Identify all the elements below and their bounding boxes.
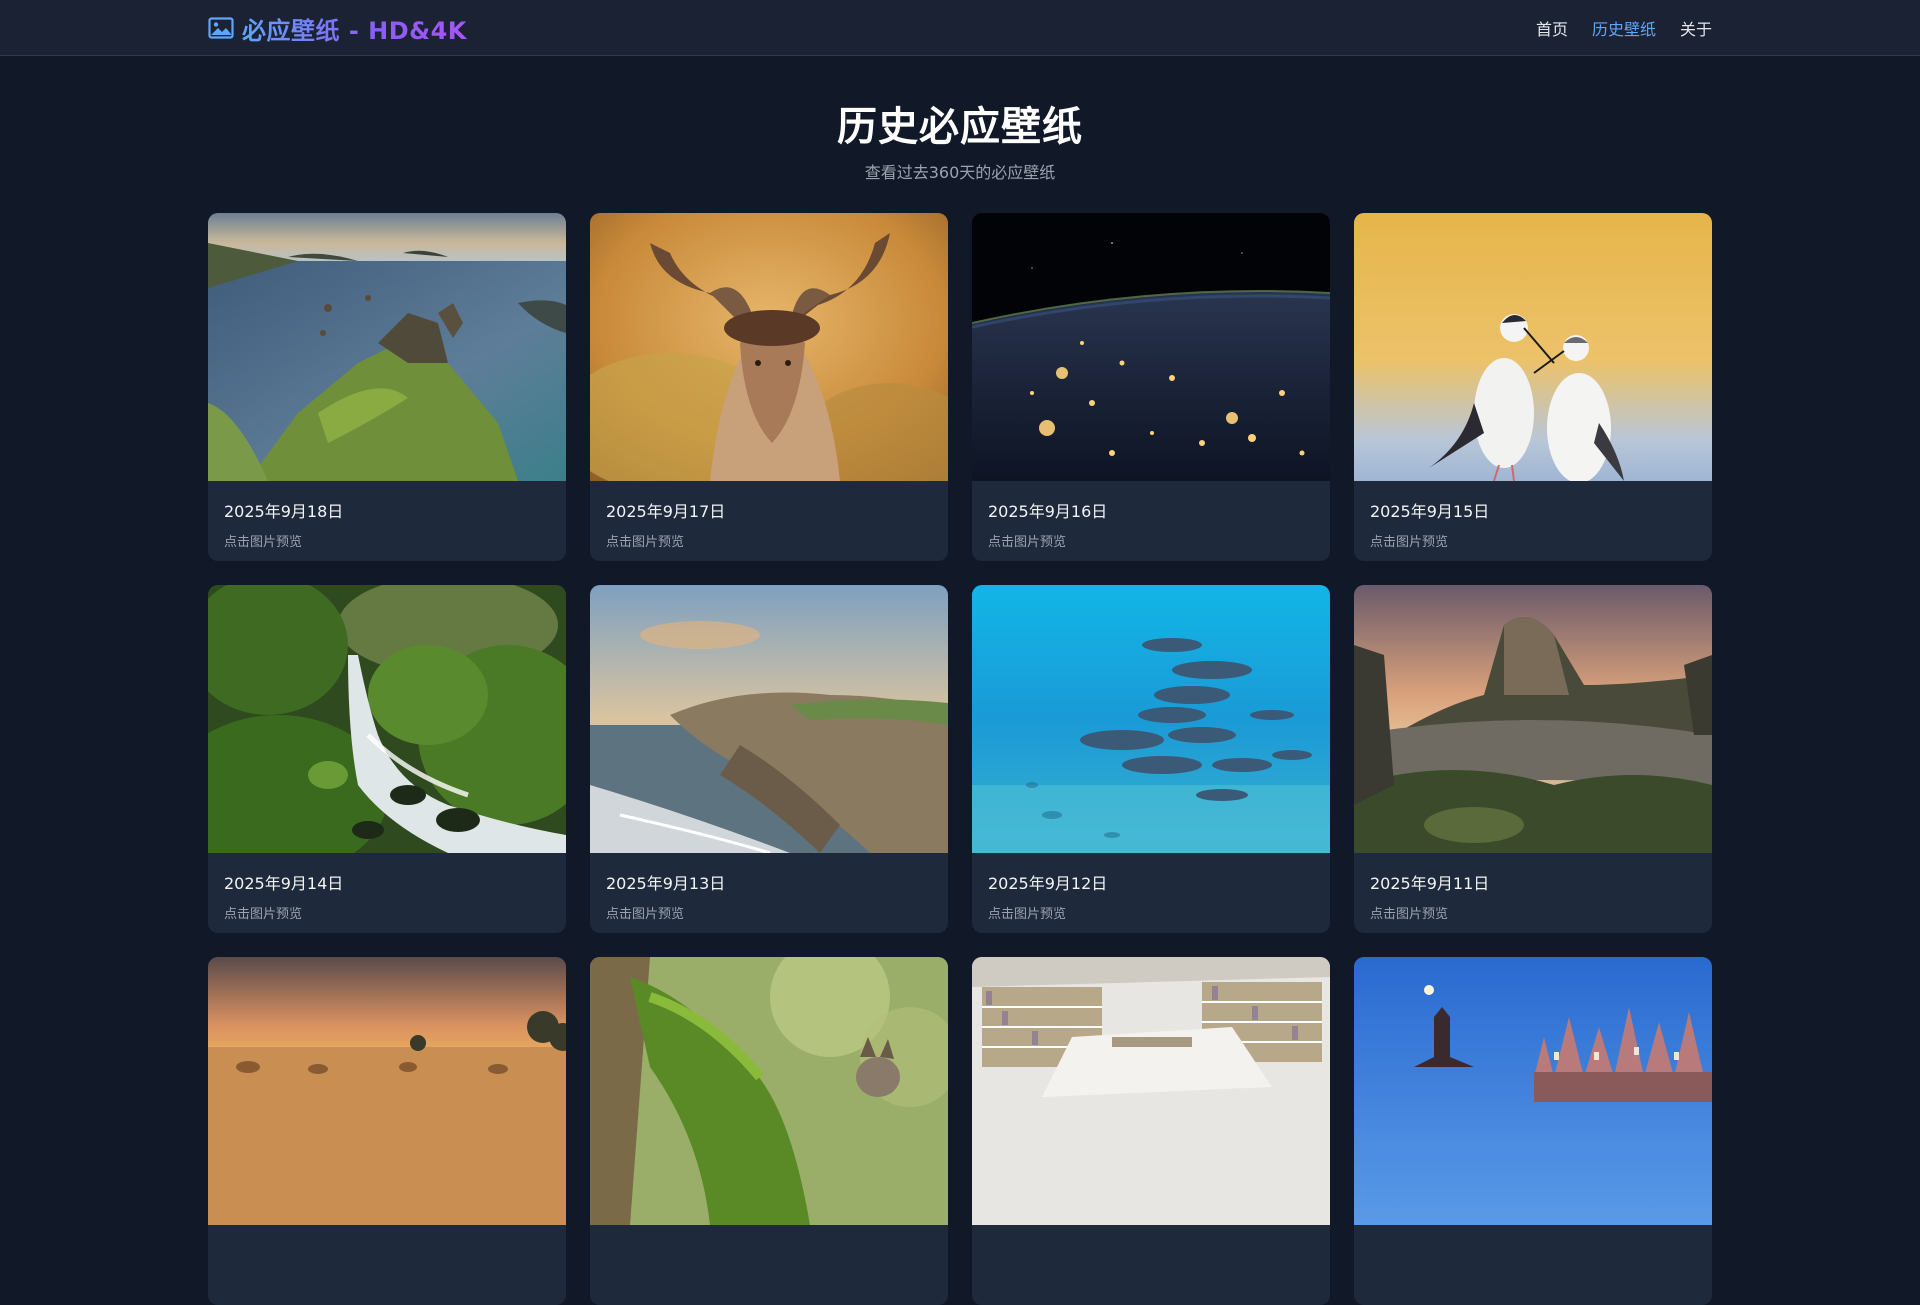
wallpaper-card[interactable] <box>208 957 566 1305</box>
preview-hint: 点击图片预览 <box>606 535 685 550</box>
preview-hint: 点击图片预览 <box>988 535 1067 550</box>
wallpaper-date: 2025年9月13日 <box>606 874 726 893</box>
wallpaper-date: 2025年9月12日 <box>988 874 1108 893</box>
wallpaper-grid: 2025年9月18日 点击图片预览 2025年9月17日 点击图片预览 2025… <box>208 213 1712 1305</box>
wallpaper-card[interactable]: 2025年9月13日 点击图片预览 <box>590 585 948 933</box>
wallpaper-thumbnail-river-rock-mountain[interactable] <box>1354 585 1712 853</box>
wallpaper-card[interactable]: 2025年9月14日 点击图片预览 <box>208 585 566 933</box>
wallpaper-card[interactable]: 2025年9月17日 点击图片预览 <box>590 213 948 561</box>
page-subtitle: 查看过去360天的必应壁纸 <box>864 163 1056 182</box>
wallpaper-card[interactable]: 2025年9月12日 点击图片预览 <box>972 585 1330 933</box>
wallpaper-thumbnail-old-town-moon[interactable] <box>1354 957 1712 1225</box>
wallpaper-date: 2025年9月14日 <box>224 874 344 893</box>
wallpaper-thumbnail-stilt-birds[interactable] <box>1354 213 1712 481</box>
preview-hint: 点击图片预览 <box>224 907 303 922</box>
nav-about[interactable]: 关于 <box>1680 16 1712 40</box>
preview-hint: 点击图片预览 <box>224 535 303 550</box>
wallpaper-thumbnail-young-moose[interactable] <box>590 213 948 481</box>
image-icon <box>208 17 234 39</box>
wallpaper-card[interactable]: 2025年9月16日 点击图片预览 <box>972 213 1330 561</box>
nav-history-wallpapers[interactable]: 历史壁纸 <box>1592 16 1656 40</box>
preview-hint: 点击图片预览 <box>606 907 685 922</box>
wallpaper-card[interactable] <box>1354 957 1712 1305</box>
wallpaper-date: 2025年9月18日 <box>224 502 344 521</box>
wallpaper-date: 2025年9月16日 <box>988 502 1108 521</box>
wallpaper-card[interactable]: 2025年9月15日 点击图片预览 <box>1354 213 1712 561</box>
wallpaper-card[interactable]: 2025年9月11日 点击图片预览 <box>1354 585 1712 933</box>
wallpaper-card[interactable]: 2025年9月18日 点击图片预览 <box>208 213 566 561</box>
brand-logo[interactable]: 必应壁纸 - HD&4K <box>208 11 467 46</box>
top-navbar: 必应壁纸 - HD&4K 首页 历史壁纸 关于 <box>0 0 1920 56</box>
page-title: 历史必应壁纸 <box>837 104 1083 150</box>
wallpaper-thumbnail-hay-bales-field[interactable] <box>208 957 566 1225</box>
wallpaper-thumbnail-squirrel-mossy-branch[interactable] <box>590 957 948 1225</box>
brand-title: 必应壁纸 - HD&4K <box>242 11 467 46</box>
preview-hint: 点击图片预览 <box>1370 907 1449 922</box>
wallpaper-card[interactable] <box>590 957 948 1305</box>
wallpaper-thumbnail-forest-waterfall[interactable] <box>208 585 566 853</box>
main-nav: 首页 历史壁纸 关于 <box>1536 0 1712 56</box>
wallpaper-card[interactable] <box>972 957 1330 1305</box>
nav-home[interactable]: 首页 <box>1536 16 1568 40</box>
wallpaper-thumbnail-library-bookshelves[interactable] <box>972 957 1330 1225</box>
wallpaper-thumbnail-dolphins-underwater[interactable] <box>972 585 1330 853</box>
wallpaper-thumbnail-sea-cliffs-sunset[interactable] <box>590 585 948 853</box>
wallpaper-thumbnail-earth-night-lights[interactable] <box>972 213 1330 481</box>
preview-hint: 点击图片预览 <box>1370 535 1449 550</box>
wallpaper-date: 2025年9月15日 <box>1370 502 1490 521</box>
wallpaper-date: 2025年9月17日 <box>606 502 726 521</box>
wallpaper-date: 2025年9月11日 <box>1370 874 1490 893</box>
preview-hint: 点击图片预览 <box>988 907 1067 922</box>
wallpaper-thumbnail-coastal-cliffs[interactable] <box>208 213 566 481</box>
